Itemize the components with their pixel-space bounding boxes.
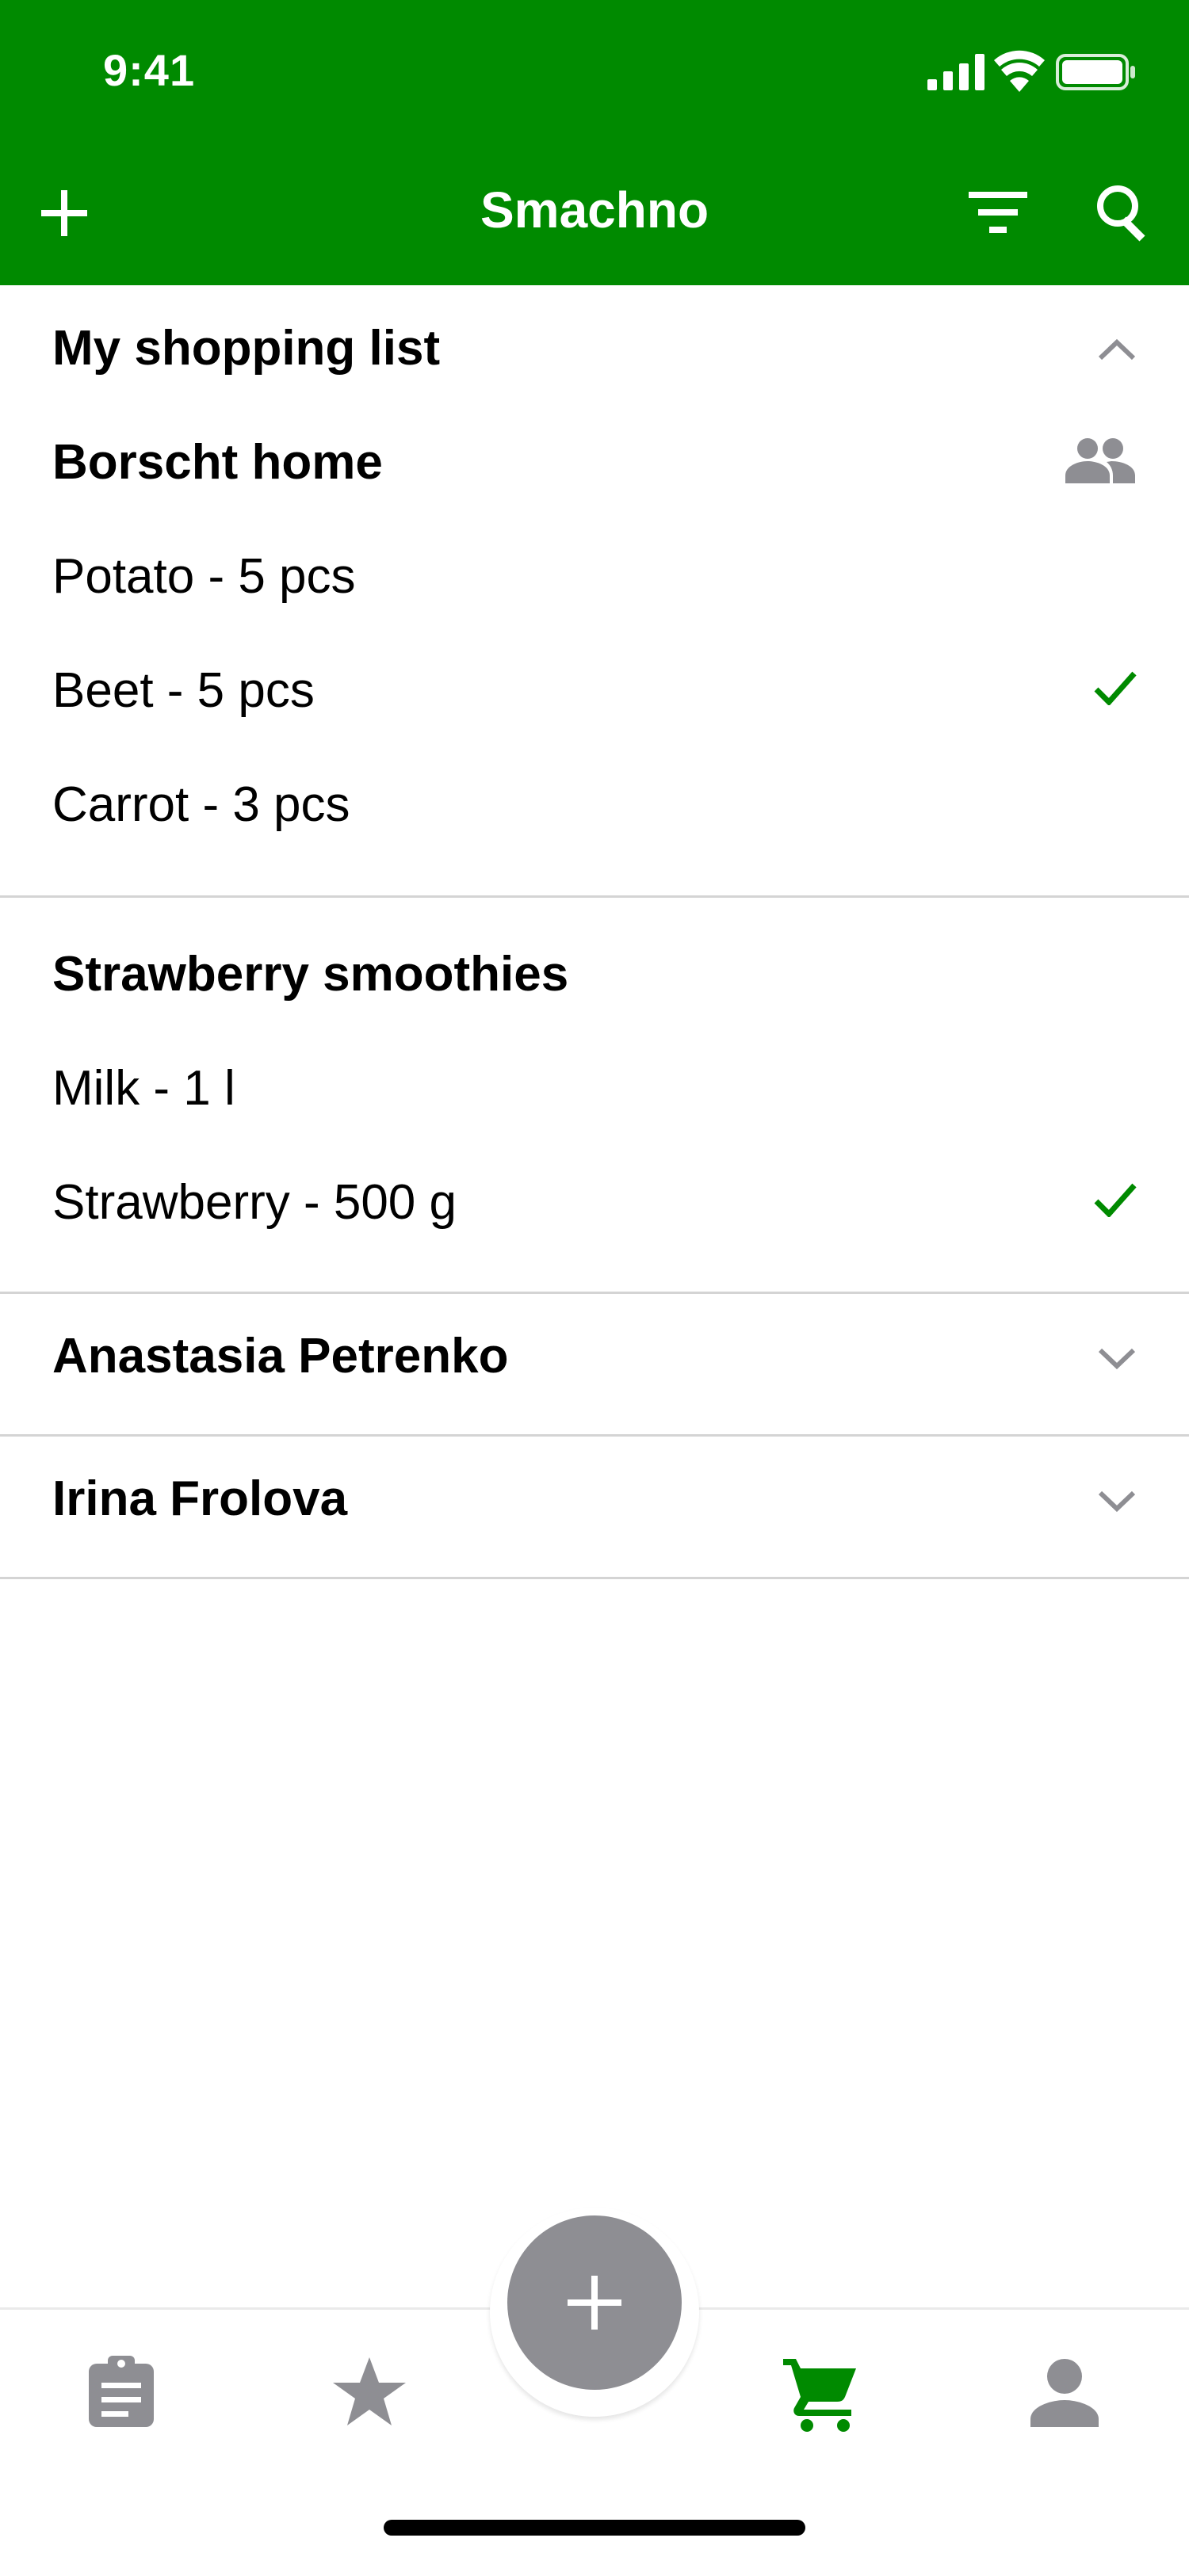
- section-title: My shopping list: [52, 321, 441, 376]
- item-label: Beet - 5 pcs: [52, 663, 315, 718]
- clipboard-icon[interactable]: [86, 2356, 157, 2429]
- section-header-anastasia-petrenko[interactable]: Anastasia Petrenko: [0, 1328, 1189, 1407]
- battery-icon: [1056, 54, 1135, 90]
- section-header-my-shopping-list[interactable]: My shopping list: [0, 320, 1189, 407]
- filter-icon[interactable]: [969, 190, 1027, 236]
- divider: [0, 895, 1189, 898]
- item-label: Strawberry - 500 g: [52, 1175, 457, 1230]
- list-item[interactable]: Beet - 5 pcs: [0, 662, 1189, 742]
- list-item[interactable]: Milk - 1 l: [0, 1060, 1189, 1139]
- section-title: Irina Frolova: [52, 1471, 348, 1526]
- cart-icon[interactable]: [782, 2353, 859, 2432]
- home-indicator: [384, 2520, 805, 2536]
- group-header-borscht-home: Borscht home: [0, 434, 1189, 513]
- status-icons: [927, 50, 1135, 92]
- section-title: Anastasia Petrenko: [52, 1329, 509, 1383]
- checkmark-icon[interactable]: [1094, 1182, 1137, 1217]
- divider: [0, 1434, 1189, 1437]
- search-icon[interactable]: [1094, 182, 1154, 242]
- list-item[interactable]: Carrot - 3 pcs: [0, 777, 1189, 856]
- chevron-up-icon[interactable]: [1097, 338, 1137, 361]
- group-title: Strawberry smoothies: [52, 947, 569, 1002]
- item-label: Potato - 5 pcs: [52, 549, 356, 604]
- app-header: 9:41 Smachno: [0, 0, 1189, 285]
- person-icon[interactable]: [1029, 2357, 1100, 2429]
- star-icon[interactable]: [331, 2356, 407, 2429]
- group-header-strawberry-smoothies: Strawberry smoothies: [0, 946, 1189, 1025]
- cellular-signal-icon: [927, 54, 984, 90]
- list-item[interactable]: Strawberry - 500 g: [0, 1174, 1189, 1254]
- chevron-down-icon[interactable]: [1097, 1490, 1137, 1513]
- divider: [0, 1292, 1189, 1294]
- list-item[interactable]: Potato - 5 pcs: [0, 548, 1189, 628]
- status-time: 9:41: [103, 45, 196, 95]
- wifi-icon: [994, 50, 1045, 92]
- people-icon[interactable]: [1064, 436, 1137, 485]
- add-recipe-button[interactable]: [507, 2215, 682, 2390]
- divider: [0, 1577, 1189, 1579]
- item-label: Milk - 1 l: [52, 1061, 235, 1116]
- group-title: Borscht home: [52, 435, 383, 490]
- section-header-irina-frolova[interactable]: Irina Frolova: [0, 1471, 1189, 1550]
- plus-icon: [568, 2276, 621, 2330]
- chevron-down-icon[interactable]: [1097, 1347, 1137, 1371]
- checkmark-icon[interactable]: [1094, 670, 1137, 705]
- item-label: Carrot - 3 pcs: [52, 777, 350, 832]
